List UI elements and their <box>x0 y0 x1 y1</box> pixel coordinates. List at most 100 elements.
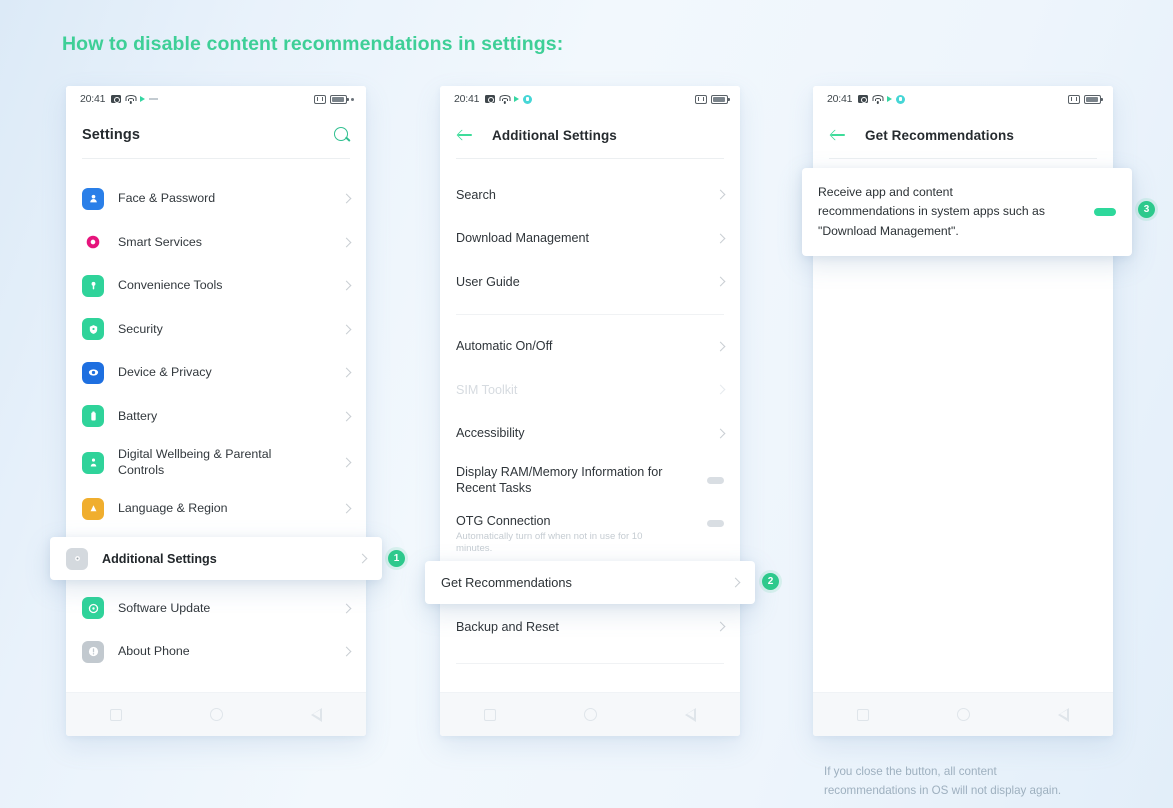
chevron-right-icon <box>341 237 352 248</box>
vibrate-icon <box>314 94 326 104</box>
chevron-right-icon <box>715 384 726 395</box>
highlight-recommendations-toggle[interactable]: Receive app and content recommendations … <box>802 168 1132 256</box>
sidebar-item-label: Digital Wellbeing & Parental Controls <box>118 447 272 477</box>
square-icon[interactable] <box>857 708 869 721</box>
step-badge-2: 2 <box>762 573 779 590</box>
list-item-label: Accessibility <box>456 426 525 441</box>
back-arrow-icon[interactable] <box>456 126 474 144</box>
additional-settings-icon <box>66 547 88 570</box>
step-badge-1: 1 <box>388 550 405 567</box>
page-header-title: Additional Settings <box>492 127 617 143</box>
page-header-title: Get Recommendations <box>865 127 1014 143</box>
square-icon[interactable] <box>484 708 496 721</box>
step-badge-3: 3 <box>1138 201 1155 218</box>
battery-icon <box>711 94 730 104</box>
display-ram-toggle[interactable] <box>707 476 724 484</box>
status-bar-time: 20:41 <box>80 93 106 105</box>
sidebar-item-label: Security <box>118 321 163 336</box>
list-item-label: User Guide <box>456 274 520 289</box>
search-icon[interactable] <box>334 127 350 143</box>
sidebar-item-software-update[interactable]: Software Update <box>66 587 366 631</box>
chevron-right-icon <box>715 428 726 439</box>
highlight-get-recommendations[interactable]: Get Recommendations <box>425 561 755 604</box>
triangle-icon[interactable] <box>311 707 322 722</box>
camera-icon <box>858 95 869 103</box>
about-phone-icon <box>82 640 104 663</box>
sidebar-item-smart-services[interactable]: Smart Services <box>66 221 366 265</box>
chevron-right-icon <box>715 233 726 244</box>
chevron-right-icon <box>715 341 726 352</box>
list-item-search[interactable]: Search <box>440 173 740 217</box>
shield-icon <box>896 94 906 104</box>
chevron-right-icon <box>341 603 352 614</box>
chevron-right-icon <box>341 324 352 335</box>
sidebar-item-language-region[interactable]: Language & Region <box>66 487 366 531</box>
status-bar: 20:41 <box>813 86 1113 112</box>
shield-icon <box>82 318 104 341</box>
page-header-title: Settings <box>82 127 140 143</box>
list-item-otg-connection[interactable]: OTG Connection Automatically turn off wh… <box>440 505 740 557</box>
triangle-icon[interactable] <box>1058 707 1069 722</box>
list-item-automatic-on-off[interactable]: Automatic On/Off <box>440 325 740 369</box>
sidebar-item-digital-wellbeing[interactable]: Digital Wellbeing & Parental Controls <box>66 438 366 487</box>
device-privacy-icon <box>82 361 104 384</box>
highlight-label: Get Recommendations <box>441 575 572 590</box>
circle-icon[interactable] <box>210 708 223 721</box>
circle-icon[interactable] <box>957 708 970 721</box>
circle-icon[interactable] <box>584 708 597 721</box>
camera-icon <box>111 95 122 103</box>
square-icon[interactable] <box>110 708 122 721</box>
vibrate-icon <box>695 94 707 104</box>
sidebar-item-label: Device & Privacy <box>118 365 212 379</box>
back-arrow-icon[interactable] <box>829 126 847 144</box>
chevron-right-icon <box>341 193 352 204</box>
sidebar-item-security[interactable]: Security <box>66 308 366 352</box>
android-navigation-bar <box>813 692 1113 736</box>
android-navigation-bar <box>66 692 366 736</box>
list-item-label: Automatic On/Off <box>456 339 553 354</box>
otg-connection-toggle[interactable] <box>707 520 724 527</box>
chevron-right-icon <box>715 189 726 200</box>
footer-note-line-1: If you close the button, all content <box>824 765 997 778</box>
sidebar-item-about-phone[interactable]: About Phone <box>66 630 366 674</box>
dash-icon <box>149 98 159 100</box>
sidebar-item-battery[interactable]: Battery <box>66 395 366 439</box>
sidebar-item-label: Language & Region <box>118 501 228 515</box>
list-item-label: Backup and Reset <box>456 619 559 634</box>
list-item-user-guide[interactable]: User Guide <box>440 260 740 304</box>
list-item-backup-and-reset[interactable]: Backup and Reset <box>440 605 740 649</box>
sidebar-item-face-password[interactable]: Face & Password <box>66 177 366 221</box>
list-item-display-ram-memory[interactable]: Display RAM/Memory Information for Recen… <box>440 455 740 505</box>
list-item-label: OTG Connection <box>456 514 551 528</box>
list-item-download-management[interactable]: Download Management <box>440 217 740 261</box>
recommendations-description: Receive app and content recommendations … <box>818 184 1045 238</box>
face-password-icon <box>82 187 104 210</box>
chevron-right-icon <box>715 276 726 287</box>
play-icon <box>887 96 893 102</box>
footer-note: If you close the button, all content rec… <box>824 762 1154 800</box>
software-update-icon <box>82 597 104 620</box>
play-icon <box>514 96 520 102</box>
chevron-right-icon <box>341 411 352 422</box>
list-item-label: Display RAM/Memory Information for Recen… <box>456 465 663 495</box>
digital-wellbeing-icon <box>82 451 104 474</box>
convenience-tools-icon <box>82 274 104 297</box>
status-bar-time: 20:41 <box>827 93 853 105</box>
app-header-additional-settings: Additional Settings <box>440 112 740 158</box>
list-item-accessibility[interactable]: Accessibility <box>440 412 740 456</box>
triangle-icon[interactable] <box>685 707 696 722</box>
sidebar-item-label: About Phone <box>118 644 190 658</box>
settings-list: Face & Password Smart Services Convenien… <box>66 177 366 674</box>
page-title: How to disable content recommendations i… <box>62 33 564 55</box>
header-divider <box>829 158 1097 159</box>
wifi-icon <box>872 95 884 104</box>
recommendations-toggle[interactable] <box>1094 208 1116 216</box>
camera-icon <box>485 95 496 103</box>
app-header-get-recommendations: Get Recommendations <box>813 112 1113 158</box>
status-bar: 20:41 <box>66 86 366 112</box>
shield-icon <box>523 94 533 104</box>
highlight-additional-settings[interactable]: Additional Settings <box>50 537 382 580</box>
android-navigation-bar <box>440 692 740 736</box>
sidebar-item-device-privacy[interactable]: Device & Privacy <box>66 351 366 395</box>
sidebar-item-convenience-tools[interactable]: Convenience Tools <box>66 264 366 308</box>
